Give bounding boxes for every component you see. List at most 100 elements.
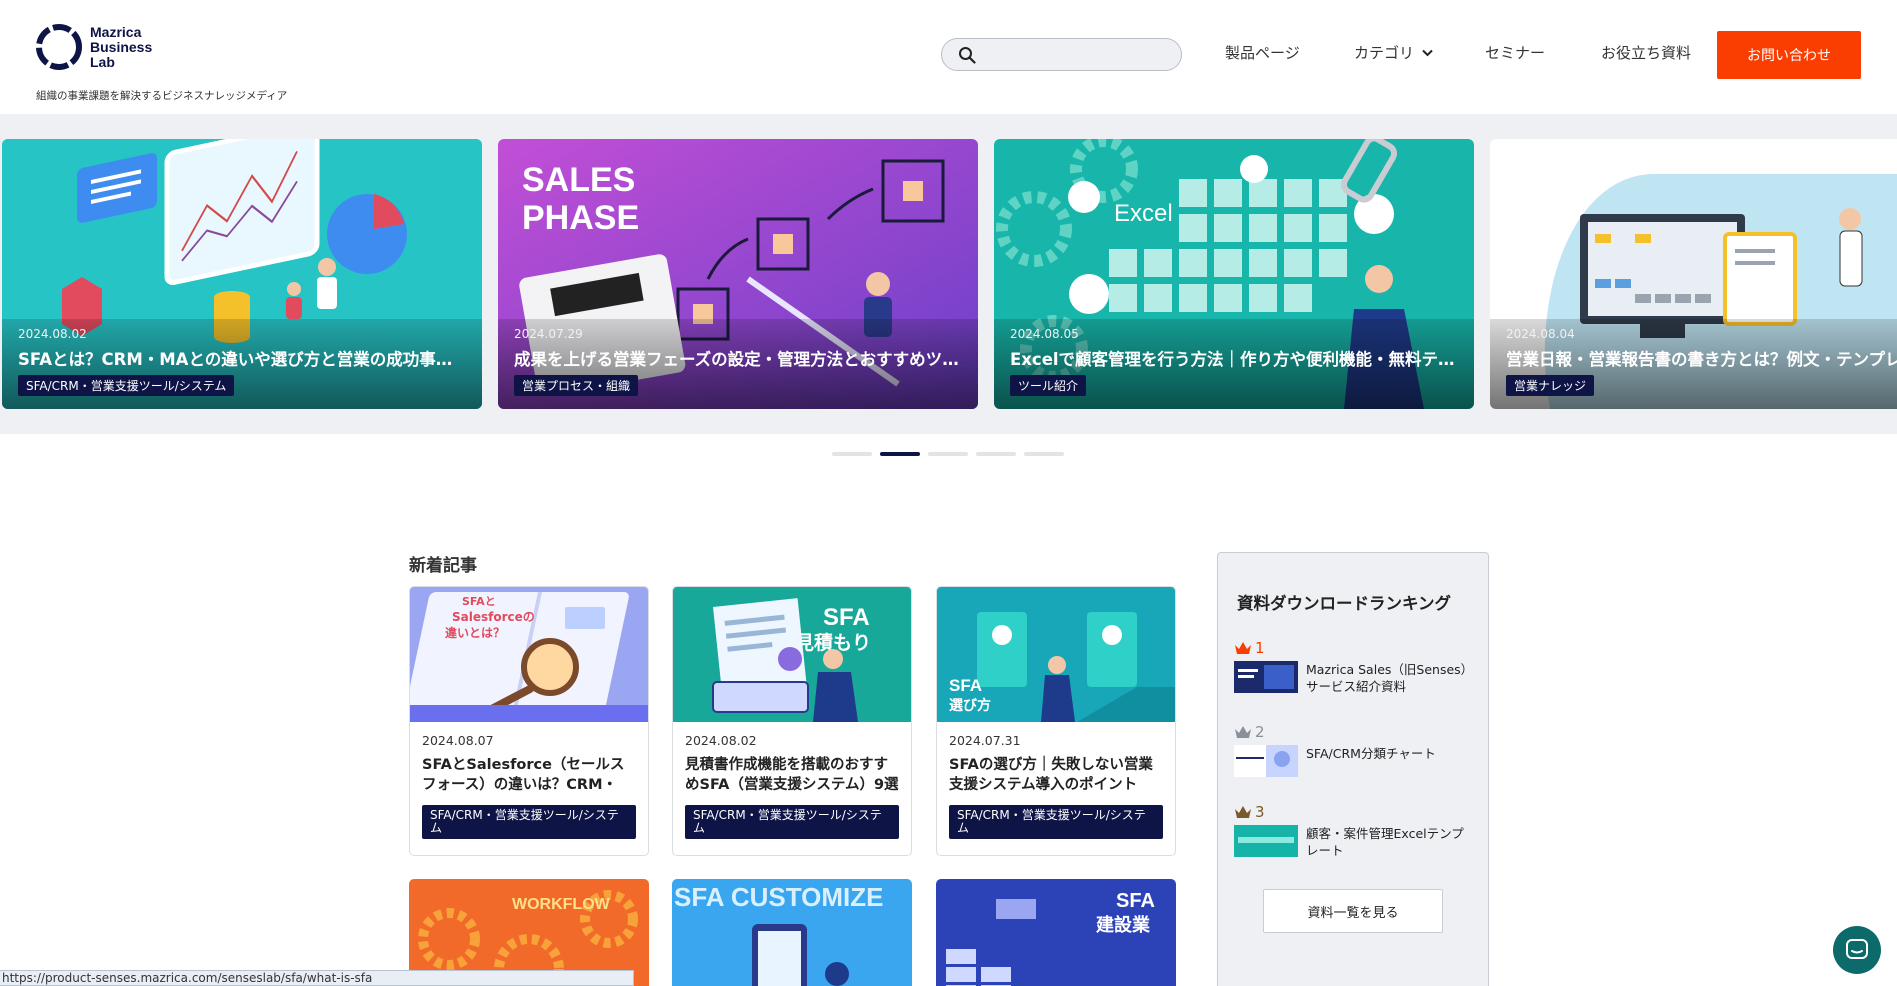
rank-body: 顧客・案件管理Excelテンプレート	[1234, 825, 1474, 859]
card-category-tag[interactable]: SFA/CRM・営業支援ツール/システム	[685, 805, 899, 839]
crown-icon	[1235, 726, 1251, 738]
rank-label[interactable]: SFA/CRM分類チャート	[1306, 745, 1436, 762]
card-art-text: SFA	[949, 676, 982, 695]
logo-line-1: Mazrica	[90, 23, 142, 40]
card-date: 2024.07.31	[949, 733, 1021, 748]
article-card[interactable]: SFAと Salesforceの 違いとは？ 2024.08.07 SFAとSa…	[409, 586, 649, 856]
rank-body: SFA/CRM分類チャート	[1234, 745, 1474, 777]
section-title-latest: 新着記事	[409, 556, 477, 576]
crown-icon	[1235, 642, 1251, 654]
card-thumbnail: SFA CUSTOMIZE	[672, 879, 912, 986]
article-card[interactable]: SFA 選び方 2024.07.31 SFAの選び方｜失敗しない営業支援システム…	[936, 586, 1176, 856]
rank-heading: 1	[1234, 639, 1474, 657]
slide-title: Excelで顧客管理を行う方法｜作り方や便利機能・無料テンプレート	[1010, 350, 1460, 369]
site-logo[interactable]: Mazrica Business Lab	[34, 22, 152, 72]
card-category-tag[interactable]: SFA/CRM・営業支援ツール/システム	[422, 805, 636, 839]
logo-wordmark: Mazrica Business Lab	[90, 23, 153, 70]
nav-seminar[interactable]: セミナー	[1485, 42, 1545, 63]
chat-launcher-button[interactable]	[1833, 926, 1881, 974]
card-thumbnail: SFA 見積もり	[673, 587, 911, 722]
rank-heading: 2	[1234, 723, 1474, 741]
browser-status-url: https://product-senses.mazrica.com/sense…	[0, 970, 634, 986]
slide-category-tag[interactable]: SFA/CRM・営業支援ツール/システム	[18, 375, 235, 396]
card-title[interactable]: 見積書作成機能を搭載のおすすめSFA（営業支援システム）9選	[685, 755, 901, 795]
rank-thumbnail	[1234, 825, 1298, 857]
carousel-slide[interactable]: 2024.08.04 営業日報・営業報告書の書き方とは？例文・テンプレート 営業…	[1490, 139, 1897, 409]
card-art-text: 違いとは？	[445, 625, 505, 640]
site-header: Mazrica Business Lab 組織の事業課題を解決するビジネスナレッ…	[0, 0, 1897, 114]
card-date: 2024.08.02	[685, 733, 757, 748]
card-thumbnail: SFA 選び方	[937, 587, 1175, 722]
nav-category[interactable]: カテゴリ	[1354, 42, 1433, 63]
article-card[interactable]: SFA 建設業	[936, 879, 1176, 986]
rank-body: Mazrica Sales（旧Senses）サービス紹介資料	[1234, 661, 1474, 695]
card-date: 2024.08.07	[422, 733, 494, 748]
slide-art-text: Excel	[1114, 200, 1173, 227]
crown-icon	[1235, 806, 1251, 818]
slide-title: 成果を上げる営業フェーズの設定・管理方法とおすすめツール	[514, 350, 964, 369]
carousel-dot[interactable]	[976, 452, 1016, 456]
rank-number: 1	[1255, 639, 1265, 657]
rank-heading: 3	[1234, 803, 1474, 821]
card-art-text: SFAと	[462, 595, 496, 608]
rank-thumbnail	[1234, 745, 1298, 777]
rank-label[interactable]: Mazrica Sales（旧Senses）サービス紹介資料	[1306, 661, 1474, 695]
card-art-text: WORKFLOW	[512, 896, 611, 913]
slide-category-tag[interactable]: 営業ナレッジ	[1506, 375, 1595, 396]
nav-products[interactable]: 製品ページ	[1225, 42, 1300, 63]
card-thumbnail: SFA 建設業	[936, 879, 1176, 986]
card-art-text: 建設業	[1096, 914, 1151, 936]
slide-title: SFAとは？CRM・MAとの違いや選び方と営業の成功事例をご紹介	[18, 350, 468, 369]
carousel-slide[interactable]: Excel 2024.08.05 Excelで顧客管理を行う方法｜作り方や便利機…	[994, 139, 1474, 409]
logo-mark-icon	[36, 24, 82, 70]
search-box[interactable]	[941, 38, 1182, 71]
article-card[interactable]: SFA 見積もり 2024.08.02 見積書作成機能を搭載のおすすめSFA（営…	[672, 586, 912, 856]
slide-date: 2024.08.04	[1506, 327, 1575, 341]
sidebar-title: 資料ダウンロードランキング	[1237, 594, 1452, 613]
contact-button[interactable]: お問い合わせ	[1717, 31, 1861, 79]
site-tagline: 組織の事業課題を解決するビジネスナレッジメディア	[36, 90, 288, 102]
logo-line-2: Business	[90, 38, 153, 55]
download-ranking-sidebar: 資料ダウンロードランキング 1 Mazrica Sales（旧Senses）サー…	[1217, 552, 1489, 986]
ranking-item[interactable]: 3 顧客・案件管理Excelテンプレート	[1234, 803, 1474, 859]
article-card[interactable]: SFA CUSTOMIZE	[672, 879, 912, 986]
slide-category-tag[interactable]: ツール紹介	[1010, 375, 1087, 396]
carousel-dot[interactable]	[928, 452, 968, 456]
rank-number: 2	[1255, 723, 1265, 741]
card-art-text: SFA	[1116, 890, 1155, 912]
featured-carousel: 2024.08.02 SFAとは？CRM・MAとの違いや選び方と営業の成功事例を…	[0, 114, 1897, 434]
carousel-slide[interactable]: 2024.08.02 SFAとは？CRM・MAとの違いや選び方と営業の成功事例を…	[2, 139, 482, 409]
slide-title: 営業日報・営業報告書の書き方とは？例文・テンプレート	[1506, 350, 1897, 369]
card-art-text: SFA CUSTOMIZE	[674, 882, 883, 912]
slide-date: 2024.08.05	[1010, 327, 1079, 341]
card-title[interactable]: SFAとSalesforce（セールスフォース）の違いは？CRM・MAとの比較	[422, 755, 638, 795]
card-category-tag[interactable]: SFA/CRM・営業支援ツール/システム	[949, 805, 1163, 839]
slide-date: 2024.07.29	[514, 327, 583, 341]
slide-category-tag[interactable]: 営業プロセス・組織	[514, 375, 639, 396]
search-icon[interactable]	[958, 46, 976, 64]
rank-number: 3	[1255, 803, 1265, 821]
card-art-text: 選び方	[949, 697, 991, 714]
chevron-down-icon	[1422, 49, 1433, 56]
slide-art-text: SALES	[522, 161, 635, 199]
slide-date: 2024.08.02	[18, 327, 87, 341]
chat-icon	[1846, 939, 1868, 959]
carousel-dot-active[interactable]	[880, 452, 920, 456]
ranking-item[interactable]: 1 Mazrica Sales（旧Senses）サービス紹介資料	[1234, 639, 1474, 695]
logo-line-3: Lab	[90, 53, 115, 70]
card-thumbnail: SFAと Salesforceの 違いとは？	[410, 587, 648, 722]
carousel-dot[interactable]	[832, 452, 872, 456]
search-input[interactable]	[984, 40, 1174, 69]
card-art-text: SFA	[823, 604, 870, 631]
view-all-docs-button[interactable]: 資料一覧を見る	[1263, 889, 1443, 933]
carousel-slide[interactable]: SALES PHASE 2024.07.29 成果を上げる営業フェーズの設定・管…	[498, 139, 978, 409]
carousel-dot[interactable]	[1024, 452, 1064, 456]
carousel-pagination	[832, 452, 1072, 456]
ranking-item[interactable]: 2 SFA/CRM分類チャート	[1234, 723, 1474, 777]
card-title[interactable]: SFAの選び方｜失敗しない営業支援システム導入のポイント	[949, 755, 1165, 795]
nav-docs[interactable]: お役立ち資料	[1601, 42, 1691, 63]
rank-thumbnail	[1234, 661, 1298, 693]
card-art-text: Salesforceの	[452, 610, 535, 624]
rank-label[interactable]: 顧客・案件管理Excelテンプレート	[1306, 825, 1474, 859]
nav-category-label: カテゴリ	[1354, 44, 1415, 62]
